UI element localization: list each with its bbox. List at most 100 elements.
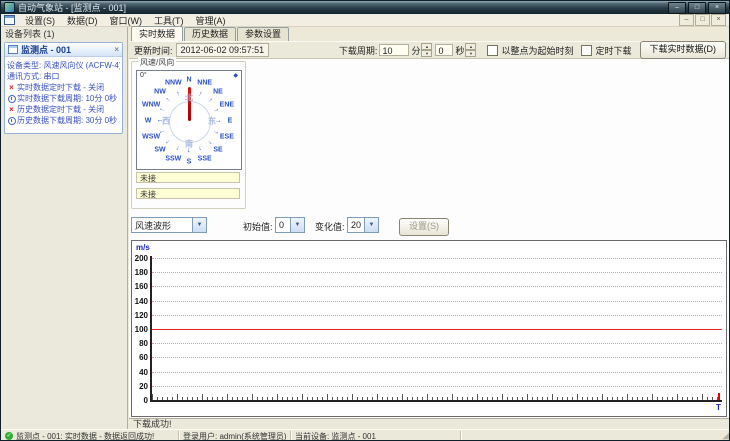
- x-ruler-tick: [402, 394, 403, 400]
- x-ruler-tick: [332, 397, 333, 400]
- minimize-button[interactable]: –: [668, 1, 686, 14]
- minutes-unit: 分: [411, 45, 421, 56]
- menu-item-4[interactable]: 管理(A): [190, 16, 232, 26]
- x-ruler-tick: [547, 397, 548, 400]
- x-ruler-tick: [382, 397, 383, 400]
- wind-direction-field: 未接: [136, 188, 240, 199]
- x-ruler-tick: [527, 394, 528, 400]
- x-ruler-tick: [627, 394, 628, 400]
- menu-item-0[interactable]: 设置(S): [19, 16, 61, 26]
- mdi-restore-button[interactable]: □: [695, 14, 710, 26]
- compass-inner-label-1: 东: [208, 116, 216, 126]
- gridline: [152, 286, 722, 288]
- device-line-text: 通讯方式: 串口: [7, 72, 60, 81]
- resize-grip[interactable]: ◢: [722, 431, 729, 441]
- minutes-stepper[interactable]: ▲ ▼: [421, 43, 433, 57]
- x-ruler-tick: [482, 397, 483, 400]
- mdi-minimize-button[interactable]: –: [679, 14, 694, 26]
- x-ruler-tick: [207, 397, 208, 400]
- compass-point-S: S: [186, 158, 192, 166]
- chevron-down-icon: ▼: [364, 218, 378, 232]
- y-tick-label: 200: [134, 254, 148, 263]
- menu-item-2[interactable]: 窗口(W): [104, 16, 149, 26]
- x-ruler-tick: [572, 397, 573, 400]
- mdi-child-icon: [4, 15, 15, 25]
- mdi-close-button[interactable]: ×: [711, 14, 726, 26]
- tab-1[interactable]: 历史数据: [184, 27, 237, 41]
- device-box[interactable]: 监测点 - 001 × 设备类型: 风速风向仪 (ACFW-4) 通讯方式: 串口…: [4, 42, 123, 134]
- menu-bar: 设置(S) 数据(D) 窗口(W) 工具(T) 管理(A) – □ ×: [1, 14, 729, 27]
- x-ruler-tick: [372, 397, 373, 400]
- menu-item-3[interactable]: 工具(T): [148, 16, 190, 26]
- window-title: 自动气象站 - [监测点 - 001]: [18, 3, 127, 13]
- change-value-select[interactable]: 20 ▼: [347, 217, 379, 233]
- success-check-icon: ✓: [5, 432, 13, 440]
- chevron-down-icon: ▼: [192, 218, 206, 232]
- y-tick-label: 80: [139, 339, 148, 349]
- x-ruler-tick: [687, 397, 688, 400]
- seconds-input[interactable]: 0: [435, 44, 454, 56]
- period-label: 下载周期:: [338, 45, 378, 56]
- y-axis-unit-label: m/s: [136, 243, 150, 252]
- device-line-text: 设备类型: 风速风向仪 (ACFW-4): [7, 61, 120, 70]
- compass-point-SSW: SSW: [165, 155, 182, 163]
- x-ruler-tick: [597, 397, 598, 400]
- compass-point-N: N: [186, 76, 192, 84]
- status-bar: ✓ 监测点 - 001: 实时数据 - 数据返回成功! 登录用户: admin(…: [1, 429, 729, 441]
- compass-point-E: E: [227, 117, 233, 125]
- x-ruler-tick: [252, 394, 253, 400]
- pin-icon[interactable]: ×: [114, 45, 119, 54]
- minutes-input[interactable]: 10: [379, 44, 410, 56]
- x-ruler-tick: [432, 397, 433, 400]
- compass-inner-label-0: 北: [185, 93, 193, 103]
- x-ruler-tick: [487, 397, 488, 400]
- seconds-stepper[interactable]: ▲ ▼: [465, 43, 477, 57]
- login-user-cell: 登录用户: admin(系统管理员): [179, 430, 291, 440]
- x-ruler-tick: [237, 397, 238, 400]
- x-ruler-tick: [542, 397, 543, 400]
- tab-0[interactable]: 实时数据: [131, 26, 184, 41]
- app-window: 自动气象站 - [监测点 - 001] – □ × 设置(S) 数据(D) 窗口(W…: [0, 0, 730, 441]
- close-button[interactable]: ×: [708, 1, 726, 14]
- y-tick-label: 180: [134, 268, 148, 278]
- hour-start-checkbox[interactable]: [487, 44, 499, 56]
- y-tick-label: 60: [139, 353, 148, 363]
- x-ruler-tick: [502, 394, 503, 400]
- x-ruler-tick: [222, 397, 223, 400]
- x-ruler-tick: [242, 397, 243, 400]
- tab-2[interactable]: 参数设置: [237, 27, 290, 41]
- download-realtime-button[interactable]: 下载实时数据(D): [639, 41, 726, 59]
- x-ruler-tick: [367, 397, 368, 400]
- wind-group-title: 风速/风向: [138, 57, 177, 68]
- compass-point-NNW: NNW: [164, 79, 182, 87]
- app-icon: [4, 2, 15, 13]
- x-ruler-tick: [347, 397, 348, 400]
- x-ruler-tick: [307, 397, 308, 400]
- compass-arrow-icon: →: [173, 89, 183, 99]
- x-ruler-tick: [637, 397, 638, 400]
- x-ruler-tick: [162, 397, 163, 400]
- x-ruler-tick: [377, 394, 378, 400]
- x-ruler-tick: [647, 397, 648, 400]
- x-ruler-tick: [187, 397, 188, 400]
- waveform-select[interactable]: 风速波形 ▼: [131, 217, 207, 233]
- menu-item-1[interactable]: 数据(D): [61, 16, 104, 26]
- device-icon: [8, 45, 18, 54]
- red-x-icon: ×: [9, 83, 14, 92]
- x-ruler-tick: [202, 394, 203, 400]
- device-line-text: 历史数据下载周期: 30分 0秒: [17, 116, 118, 125]
- maximize-button[interactable]: □: [688, 1, 706, 14]
- device-box-title: 监测点 - 001: [21, 45, 72, 55]
- x-ruler-tick: [267, 397, 268, 400]
- x-ruler-tick: [462, 397, 463, 400]
- set-button[interactable]: 设置(S): [399, 218, 449, 236]
- hour-start-label: 以整点为起始时刻: [501, 45, 574, 56]
- x-ruler-tick: [357, 397, 358, 400]
- timer-download-checkbox[interactable]: [581, 44, 593, 56]
- compass-arrow-icon: →: [163, 136, 174, 147]
- x-ruler-tick: [677, 394, 678, 400]
- x-ruler-tick: [497, 397, 498, 400]
- x-ruler-tick: [177, 394, 178, 400]
- initial-value-select[interactable]: 0 ▼: [275, 217, 305, 233]
- current-time-tick: [718, 393, 720, 400]
